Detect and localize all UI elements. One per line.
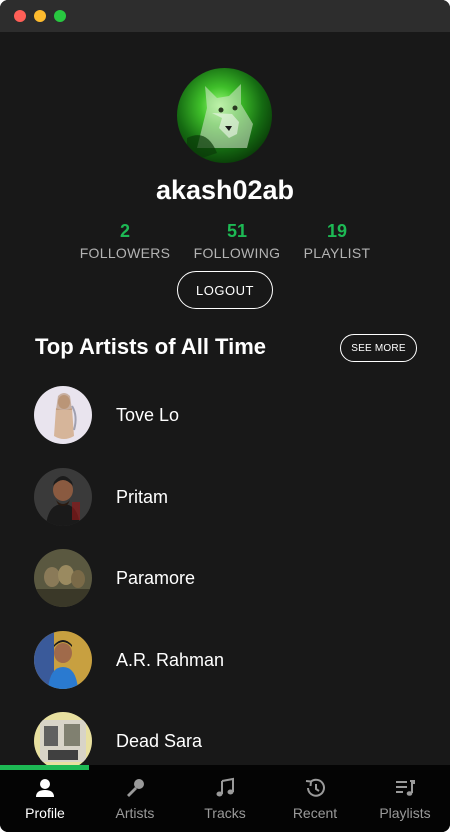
nav-label: Playlists [379, 805, 431, 821]
artist-avatar [34, 631, 92, 689]
bottom-navigation: Profile Artists Tracks Recent Playlists [0, 765, 450, 832]
user-icon [36, 779, 54, 797]
profile-username: akash02ab [155, 175, 295, 205]
microphone-icon [127, 779, 144, 797]
nav-artists[interactable]: Artists [90, 765, 180, 832]
stat-label: FOLLOWERS [79, 245, 171, 261]
stat-followers: 2 FOLLOWERS [70, 220, 180, 264]
see-more-button[interactable]: SEE MORE [340, 334, 417, 362]
artist-avatar [34, 468, 92, 526]
wolf-avatar-image [187, 84, 253, 163]
maximize-window-button[interactable] [54, 10, 66, 22]
stat-value: 51 [226, 221, 248, 241]
artist-list-item[interactable]: Paramore [34, 549, 414, 607]
app-window: akash02ab 2 FOLLOWERS 51 FOLLOWING 19 PL… [0, 0, 450, 832]
artist-name: Pritam [116, 486, 169, 507]
artist-avatar [34, 712, 92, 770]
close-window-button[interactable] [14, 10, 26, 22]
stat-value: 19 [326, 221, 348, 241]
artist-list-item[interactable]: Pritam [34, 468, 414, 526]
nav-recent[interactable]: Recent [270, 765, 360, 832]
artist-avatar [34, 549, 92, 607]
artist-name: Paramore [116, 567, 196, 588]
nav-label: Recent [292, 805, 338, 821]
top-artists-title: Top Artists of All Time [35, 334, 267, 359]
stat-playlist: 19 PLAYLIST [282, 220, 392, 264]
artist-name: A.R. Rahman [116, 649, 225, 670]
nav-label: Artists [115, 805, 155, 821]
logout-button[interactable]: LOGOUT [177, 271, 273, 309]
profile-avatar [177, 68, 272, 163]
nav-playlists[interactable]: Playlists [360, 765, 450, 832]
playlist-icon [396, 780, 415, 796]
stat-label: FOLLOWING [193, 245, 281, 261]
nav-profile[interactable]: Profile [0, 765, 90, 832]
artist-name: Dead Sara [116, 730, 203, 751]
artist-list-item[interactable]: A.R. Rahman [34, 631, 414, 689]
nav-label: Profile [25, 805, 65, 821]
title-bar [0, 0, 450, 32]
history-icon [305, 778, 325, 797]
artist-name: Tove Lo [116, 404, 180, 425]
stat-following: 51 FOLLOWING [182, 220, 292, 264]
artist-list-item[interactable]: Dead Sara [34, 712, 414, 770]
minimize-window-button[interactable] [34, 10, 46, 22]
nav-tracks[interactable]: Tracks [180, 765, 270, 832]
playback-progress-bar[interactable] [0, 765, 89, 770]
nav-label: Tracks [204, 805, 246, 821]
stat-label: PLAYLIST [303, 245, 371, 261]
artist-avatar [34, 386, 92, 444]
music-note-icon [216, 777, 234, 797]
artist-list-item[interactable]: Tove Lo [34, 386, 414, 444]
stat-value: 2 [119, 221, 130, 241]
